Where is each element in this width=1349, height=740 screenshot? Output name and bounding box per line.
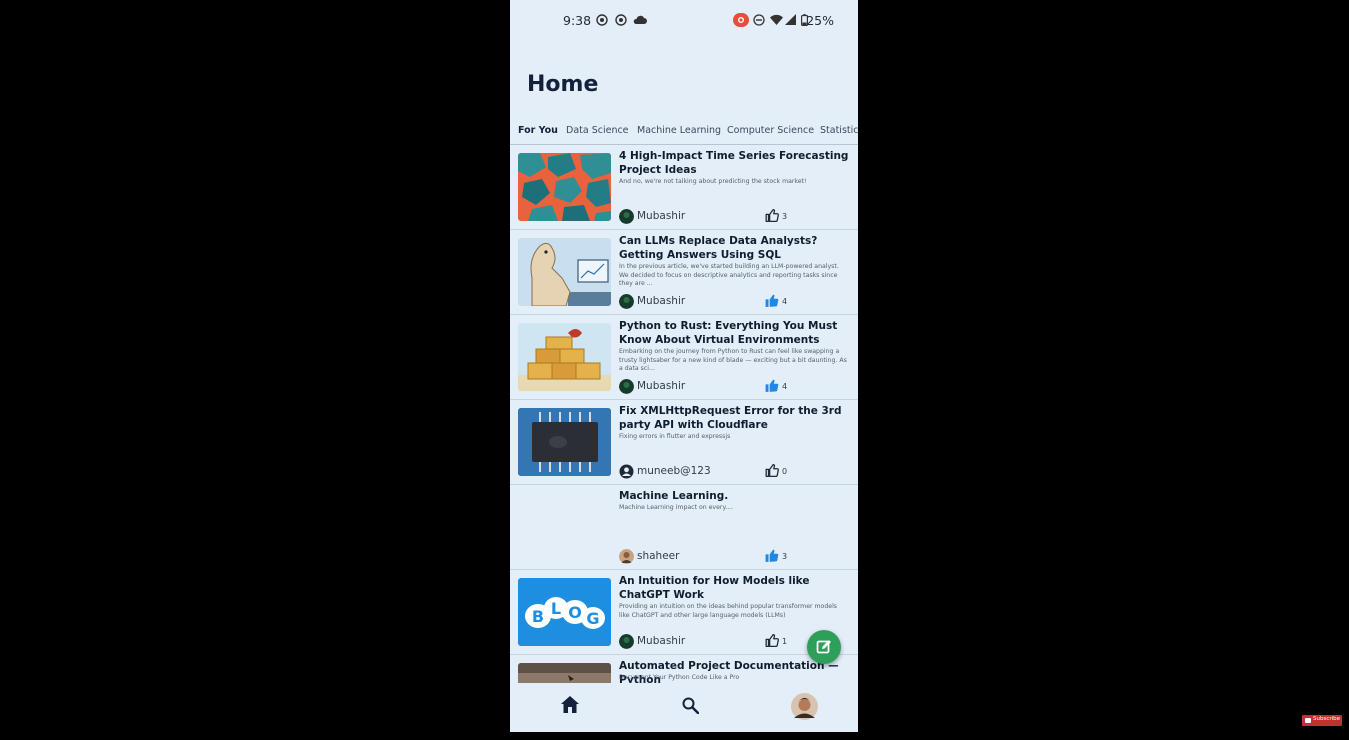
author-name: Mubashir xyxy=(637,210,686,222)
home-icon[interactable] xyxy=(560,695,580,714)
status-time: 9:38 xyxy=(563,13,592,28)
post-thumbnail xyxy=(518,663,611,683)
tab-computer-science[interactable]: Computer Science xyxy=(727,125,814,136)
post-title: An Intuition for How Models like ChatGPT… xyxy=(619,575,810,601)
like-count: 4 xyxy=(782,297,788,306)
post-description: Fixing errors in flutter and expressjs xyxy=(619,433,731,440)
like-count: 4 xyxy=(782,382,788,391)
thumb-up-outline-icon xyxy=(765,464,779,477)
thumb-up-filled-icon xyxy=(765,294,779,307)
thumb-up-outline-icon xyxy=(765,634,779,647)
post-card[interactable]: Automated Project Documentation — Python… xyxy=(510,655,858,683)
wifi-icon xyxy=(770,14,783,25)
post-feed: 4 High-Impact Time Series Forecasting Pr… xyxy=(510,145,858,683)
thumb-up-filled-icon xyxy=(765,549,779,562)
author-avatar xyxy=(619,634,634,649)
post-card[interactable]: Fix XMLHttpRequest Error for the 3rd par… xyxy=(510,400,858,485)
edit-icon xyxy=(816,640,831,654)
post-thumbnail xyxy=(518,408,611,476)
post-thumbnail xyxy=(518,238,611,306)
post-card[interactable]: Machine Learning. Machine Learning impac… xyxy=(510,485,858,570)
post-description: Providing an intuition on the ideas behi… xyxy=(619,603,838,619)
post-description: In the previous article, we've started b… xyxy=(619,263,839,287)
tab-data-science[interactable]: Data Science xyxy=(566,125,629,136)
category-tabs: For You Data Science Machine Learning Co… xyxy=(510,120,858,144)
author-name: Mubashir xyxy=(637,295,686,307)
signal-icon xyxy=(785,14,796,25)
notification-icon xyxy=(596,14,608,26)
post-title: Machine Learning. xyxy=(619,490,729,502)
tab-statistics[interactable]: Statistics xyxy=(820,125,858,136)
tab-for-you[interactable]: For You xyxy=(518,125,558,136)
post-title: Fix XMLHttpRequest Error for the 3rd par… xyxy=(619,405,842,431)
post-title: Python to Rust: Everything You Must Know… xyxy=(619,320,838,346)
post-thumbnail: B L O G xyxy=(518,578,611,646)
like-count: 3 xyxy=(782,212,788,221)
tab-machine-learning[interactable]: Machine Learning xyxy=(637,125,721,136)
post-description: Document Your Python Code Like a Pro xyxy=(619,674,740,681)
author-name: Mubashir xyxy=(637,380,686,392)
search-icon[interactable] xyxy=(682,697,699,714)
phone-screen: 9:38 25% Home For You Data Science Machi… xyxy=(510,0,858,732)
profile-avatar[interactable] xyxy=(791,693,818,720)
post-thumbnail xyxy=(518,323,611,391)
page-title: Home xyxy=(527,72,599,97)
author-name: Mubashir xyxy=(637,635,686,647)
author-avatar xyxy=(619,209,634,224)
cloud-icon xyxy=(633,15,647,24)
like-count: 1 xyxy=(782,637,788,646)
account-circle-icon xyxy=(619,464,634,479)
status-bar: 9:38 25% xyxy=(510,0,858,42)
thumb-up-outline-icon xyxy=(765,209,779,222)
post-title: Can LLMs Replace Data Analysts? Getting … xyxy=(619,235,818,261)
post-card[interactable]: 4 High-Impact Time Series Forecasting Pr… xyxy=(510,145,858,230)
post-description: Machine Learning impact on every.... xyxy=(619,504,734,511)
author-name: muneeb@123 xyxy=(637,465,711,477)
author-avatar xyxy=(619,294,634,309)
blog-letter-b: B xyxy=(532,607,544,626)
blog-letter-g: G xyxy=(586,609,599,628)
blog-letter-l: L xyxy=(551,599,561,618)
battery-percent: 25% xyxy=(806,13,834,28)
notification-icon xyxy=(615,14,627,26)
author-avatar xyxy=(619,549,634,564)
post-description: Embarking on the journey from Python to … xyxy=(619,348,847,372)
thumb-up-filled-icon xyxy=(765,379,779,392)
post-card[interactable]: B L O G An Intuition for How Models like… xyxy=(510,570,858,655)
like-count: 0 xyxy=(782,467,788,476)
blog-letter-o: O xyxy=(568,603,582,622)
post-title: 4 High-Impact Time Series Forecasting Pr… xyxy=(619,150,849,176)
post-card[interactable]: Can LLMs Replace Data Analysts? Getting … xyxy=(510,230,858,315)
post-description: And no, we're not talking about predicti… xyxy=(619,178,807,185)
do-not-disturb-icon xyxy=(753,14,765,26)
like-count: 3 xyxy=(782,552,788,561)
post-card[interactable]: Python to Rust: Everything You Must Know… xyxy=(510,315,858,400)
bottom-navigation xyxy=(510,683,858,732)
subscribe-label: Subscribe xyxy=(1313,716,1341,722)
author-name: shaheer xyxy=(637,550,680,562)
youtube-subscribe-button[interactable]: Subscribe xyxy=(1302,715,1342,726)
write-post-button[interactable] xyxy=(807,630,841,664)
author-avatar xyxy=(619,379,634,394)
post-thumbnail xyxy=(518,153,611,221)
screen-record-icon xyxy=(733,13,749,27)
youtube-icon xyxy=(1305,718,1311,723)
